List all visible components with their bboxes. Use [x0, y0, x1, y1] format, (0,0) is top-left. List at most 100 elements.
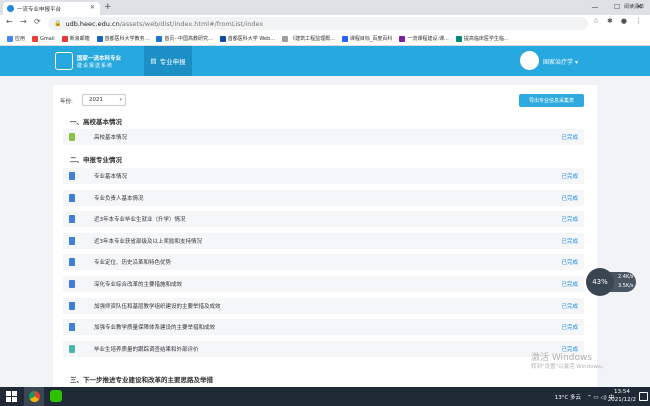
chevron-down-icon: ▾	[119, 97, 122, 103]
taskbar	[0, 387, 650, 406]
download-speed: 3.5K/s	[618, 283, 634, 289]
bookmark-label: 首页--中国高教研究...	[164, 36, 213, 42]
back-icon[interactable]: ←	[6, 17, 13, 26]
item-label: 深化专业综合改革的主要措施和成效	[94, 282, 183, 288]
bookmark-favicon-icon	[455, 35, 462, 42]
bookmark-item[interactable]: 新浪邮箱	[61, 35, 90, 42]
document-icon	[69, 258, 75, 267]
status-link[interactable]: 已完成	[561, 194, 578, 202]
url-input[interactable]: 🔒 udb.heec.edu.cn /assets/web/dist/index…	[48, 17, 588, 30]
star-icon[interactable]: ☆	[593, 17, 599, 25]
bookmark-favicon-icon	[156, 35, 163, 42]
document-icon: ▤	[150, 57, 157, 65]
wechat-taskbar-icon[interactable]	[50, 390, 62, 402]
list-item[interactable]: 加强专业教学质量保障体系建设的主要举措和成效 已完成	[63, 319, 584, 336]
bookmark-label: 应用	[15, 36, 26, 42]
bookmark-label: 课程目标_百度百科	[349, 36, 393, 42]
user-menu[interactable]: 国家治疗学 ▾	[543, 57, 578, 66]
status-link[interactable]: 已完成	[561, 258, 578, 266]
document-icon	[69, 133, 75, 141]
document-icon	[69, 323, 75, 332]
list-item[interactable]: 毕业生培养质量的跟踪调查结果和外部评价 已完成	[63, 340, 584, 357]
list-item[interactable]: 专业基本情况 已完成	[63, 168, 584, 184]
browser-actions: ☆ ✱ ● ⋮	[593, 17, 642, 25]
browser-tab[interactable]: 一流专业申报平台 ✕	[3, 2, 100, 15]
avatar[interactable]	[520, 51, 539, 70]
status-link[interactable]: 已完成	[561, 280, 578, 288]
section-title: 一、高校基本情况	[70, 118, 122, 126]
reading-list[interactable]: 阅读清单	[624, 3, 644, 10]
chevron-down-icon: ▾	[574, 59, 578, 66]
bookmark-item[interactable]: 首页--中国高教研究...	[156, 35, 213, 42]
bookmark-favicon-icon	[219, 35, 226, 42]
bookmark-label: 首都医科大学 Web...	[227, 36, 276, 42]
list-item[interactable]: 专业负责人基本情况 已完成	[63, 189, 584, 206]
upload-speed: 2.4K/s	[618, 274, 634, 280]
tab-professional-application[interactable]: ▤ 专业申报	[144, 46, 192, 76]
new-tab-button[interactable]: +	[104, 2, 112, 12]
bookmark-label: 首都医科大学教务...	[104, 36, 150, 42]
list-item[interactable]: 高校基本情况 已完成	[63, 129, 584, 145]
menu-icon[interactable]: ⋮	[635, 17, 642, 25]
chrome-taskbar-icon[interactable]	[24, 387, 44, 406]
status-link[interactable]: 已完成	[561, 172, 578, 180]
status-link[interactable]: 已完成	[561, 323, 578, 331]
bookmark-item[interactable]: 课程目标_百度百科	[341, 35, 393, 42]
section-title: 三、下一步推进专业建设和改革的主要思路及举措	[70, 376, 213, 384]
bookmark-item[interactable]: 首都医科大学教务...	[96, 35, 150, 42]
status-link[interactable]: 已完成	[561, 302, 578, 310]
bookmark-label: Gmail	[40, 35, 55, 42]
logo-title: 国家一流本科专业	[77, 56, 122, 62]
bookmark-item[interactable]: 提高临床医学生临...	[455, 35, 509, 42]
status-link[interactable]: 已完成	[561, 133, 578, 141]
export-button[interactable]: 导出专业信息采集表	[519, 94, 584, 107]
profile-icon[interactable]: ●	[621, 17, 627, 25]
list-item[interactable]: 专业定位、历史沿革和特色优势 已完成	[63, 254, 584, 271]
bookmarks-bar: 应用 Gmail 新浪邮箱 首都医科大学教务... 首页--中国高教研究... 首都医科大…	[0, 32, 650, 46]
tab-title: 一流专业申报平台	[17, 6, 62, 13]
clock[interactable]: 13:54 2021/12/2	[608, 388, 636, 404]
document-icon	[69, 193, 75, 202]
list-item[interactable]: 近3年本专业毕业生就业（升学）情况 已完成	[63, 211, 584, 228]
extensions-icon[interactable]: ✱	[607, 17, 613, 25]
document-icon	[69, 172, 75, 180]
network-speed-widget[interactable]: 2.4K/s 3.5K/s 43%	[586, 268, 638, 296]
lock-icon: 🔒	[54, 20, 62, 27]
bookmark-item[interactable]: 应用	[7, 35, 25, 42]
minimize-icon[interactable]: —	[584, 0, 606, 14]
year-label: 年份:	[60, 99, 73, 105]
document-icon	[69, 280, 75, 288]
status-link[interactable]: 已完成	[561, 237, 578, 245]
bookmark-item[interactable]: 首都医科大学 Web...	[219, 35, 276, 42]
windows-start-icon[interactable]	[6, 391, 17, 402]
notification-icon[interactable]	[639, 392, 648, 401]
list-item[interactable]: 深化专业综合改革的主要措施和成效 已完成	[63, 276, 584, 292]
item-label: 近3年本专业获省部级及以上奖励和支持情况	[94, 238, 203, 245]
user-name: 国家治疗学	[543, 59, 574, 66]
document-icon	[69, 236, 75, 245]
bookmark-favicon-icon	[282, 35, 289, 42]
year-select[interactable]: 2021 ▾	[82, 94, 126, 106]
url-host: udb.heec.edu.cn	[65, 19, 120, 28]
forward-icon[interactable]: →	[20, 17, 27, 26]
tab-label: 专业申报	[159, 58, 186, 66]
bookmark-item[interactable]: Gmail	[32, 35, 55, 42]
site-favicon-icon	[7, 5, 14, 12]
bookmark-favicon-icon	[399, 35, 406, 42]
weather-text[interactable]: 13°C 多云	[555, 393, 581, 401]
bookmark-favicon-icon	[32, 35, 39, 42]
item-label: 近3年本专业毕业生就业（升学）情况	[94, 217, 186, 224]
bookmark-favicon-icon	[7, 35, 13, 42]
list-item[interactable]: 近3年本专业获省部级及以上奖励和支持情况 已完成	[63, 232, 584, 249]
section-title: 二、申报专业情况	[70, 156, 122, 164]
item-label: 专业基本情况	[94, 174, 128, 180]
bookmark-label: 新浪邮箱	[69, 36, 90, 42]
status-link[interactable]: 已完成	[561, 215, 578, 223]
year-value: 2021	[89, 97, 103, 103]
list-item[interactable]: 加强师资队伍和基层教学组织建设的主要举措及成效 已完成	[63, 297, 584, 314]
tab-close-icon[interactable]: ✕	[90, 4, 95, 11]
bookmark-favicon-icon	[341, 35, 348, 42]
reload-icon[interactable]: ⟳	[34, 17, 41, 26]
bookmark-item[interactable]: 《建筑工程监理概...	[282, 35, 335, 42]
bookmark-item[interactable]: 一流课程建设:课...	[399, 35, 449, 42]
